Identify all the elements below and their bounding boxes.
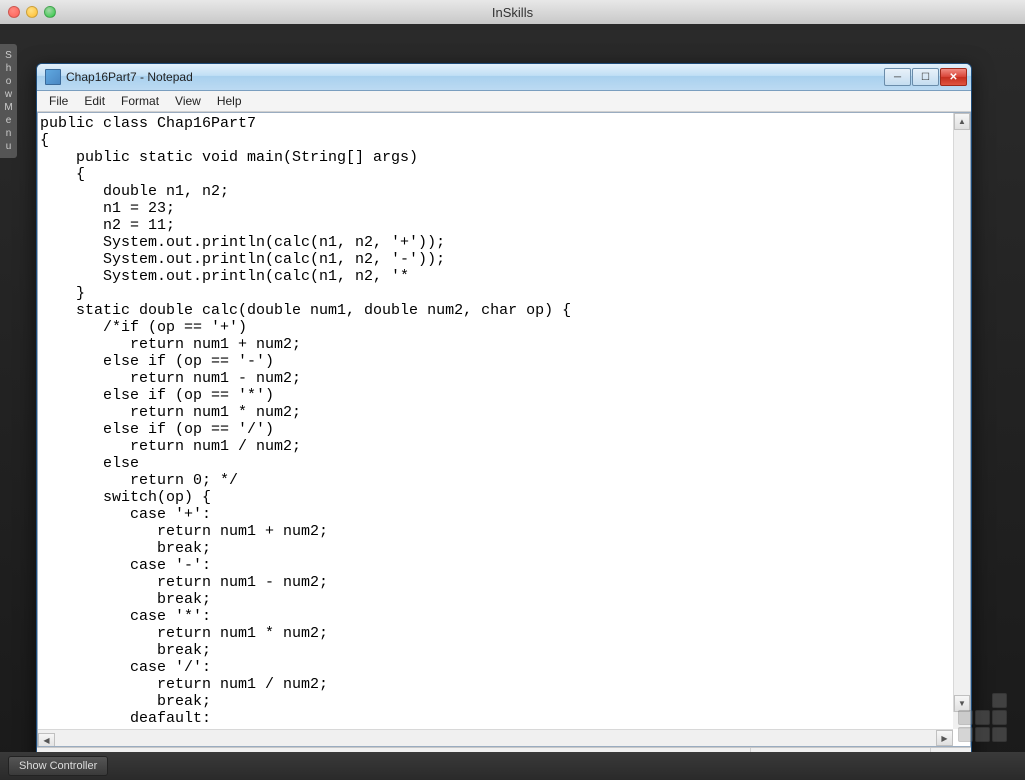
close-button[interactable]: ✕ bbox=[940, 68, 967, 86]
window-controls: ─ ☐ ✕ bbox=[884, 68, 967, 86]
text-editor[interactable]: public class Chap16Part7 { public static… bbox=[38, 113, 970, 729]
zoom-icon[interactable] bbox=[44, 6, 56, 18]
menu-edit[interactable]: Edit bbox=[76, 92, 113, 110]
mac-window-title: InSkills bbox=[492, 5, 533, 20]
traffic-lights bbox=[8, 6, 56, 18]
notepad-window: Chap16Part7 - Notepad ─ ☐ ✕ File Edit Fo… bbox=[36, 63, 972, 770]
scroll-left-icon[interactable]: ◀ bbox=[38, 733, 55, 748]
show-menu-tab[interactable]: S h o w M e n u bbox=[0, 44, 17, 158]
close-icon[interactable] bbox=[8, 6, 20, 18]
editor-container: public class Chap16Part7 { public static… bbox=[37, 112, 971, 747]
scroll-up-icon[interactable]: ▲ bbox=[954, 113, 970, 130]
scroll-right-icon[interactable]: ▶ bbox=[936, 730, 953, 746]
show-controller-button[interactable]: Show Controller bbox=[8, 756, 108, 776]
menu-format[interactable]: Format bbox=[113, 92, 167, 110]
menubar: File Edit Format View Help bbox=[37, 91, 971, 112]
horizontal-scrollbar[interactable]: ◀ ▶ bbox=[38, 729, 953, 746]
minimize-icon[interactable] bbox=[26, 6, 38, 18]
menu-help[interactable]: Help bbox=[209, 92, 250, 110]
keycast-overlay bbox=[952, 693, 1007, 748]
notepad-icon bbox=[45, 69, 61, 85]
vertical-scrollbar[interactable]: ▲ ▼ bbox=[953, 113, 970, 712]
notepad-title: Chap16Part7 - Notepad bbox=[66, 70, 884, 84]
desktop-area: S h o w M e n u Chap16Part7 - Notepad ─ … bbox=[0, 24, 1025, 780]
minimize-button[interactable]: ─ bbox=[884, 68, 911, 86]
menu-view[interactable]: View bbox=[167, 92, 209, 110]
notepad-titlebar[interactable]: Chap16Part7 - Notepad ─ ☐ ✕ bbox=[37, 64, 971, 91]
menu-file[interactable]: File bbox=[41, 92, 76, 110]
maximize-button[interactable]: ☐ bbox=[912, 68, 939, 86]
mac-titlebar: InSkills bbox=[0, 0, 1025, 24]
bottom-bar: Show Controller bbox=[0, 752, 1025, 780]
